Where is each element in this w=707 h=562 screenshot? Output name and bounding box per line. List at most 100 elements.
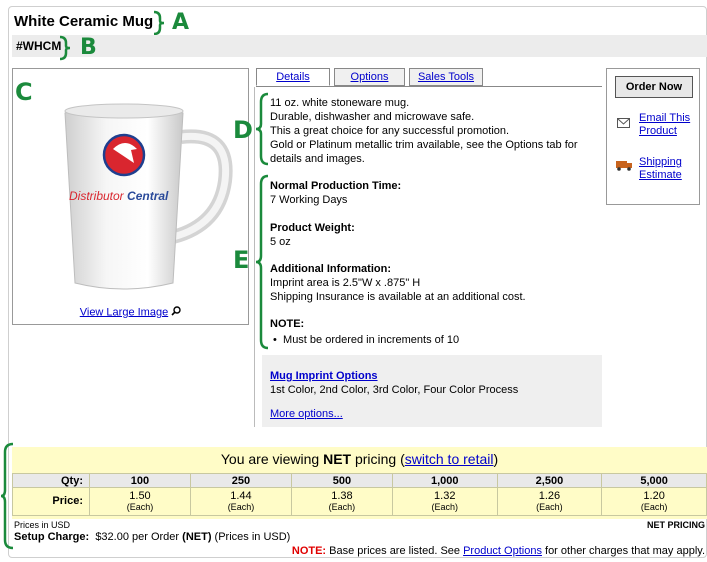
price-unit: (Each) bbox=[227, 501, 255, 512]
tab-sales-tools-label[interactable]: Sales Tools bbox=[418, 71, 474, 83]
tab-options-label[interactable]: Options bbox=[351, 71, 389, 83]
imprint-options-link-label[interactable]: Mug Imprint Options bbox=[270, 370, 378, 382]
price-row: Price: 1.50 (Each) 1.44 (Each) 1.38 (Each) … bbox=[12, 487, 707, 516]
callout-brace-d bbox=[255, 92, 269, 166]
price-unit: (Each) bbox=[126, 501, 154, 512]
price-value: 1.50 bbox=[129, 489, 151, 502]
price-cell: 1.26 (Each) bbox=[496, 487, 603, 516]
pricing-mode-prefix: You are viewing bbox=[220, 451, 324, 467]
product-weight: Product Weight: 5 oz bbox=[270, 221, 355, 249]
quantity-row: Qty: 100 250 500 1,000 2,500 5,000 bbox=[12, 473, 707, 488]
tab-details-label[interactable]: Details bbox=[276, 71, 310, 83]
pricing-note: NOTE: Base prices are listed. See Produc… bbox=[292, 545, 705, 557]
price-unit: (Each) bbox=[328, 501, 356, 512]
email-product-line[interactable]: Product bbox=[639, 125, 690, 138]
sku-bar bbox=[12, 35, 707, 57]
pricing-mode-net: NET bbox=[323, 451, 352, 467]
shipping-estimate-line[interactable]: Shipping bbox=[639, 156, 682, 169]
product-image-box[interactable]: Distributor Central bbox=[12, 68, 249, 325]
additional-info-line: Shipping Insurance is available at an ad… bbox=[270, 291, 526, 303]
net-pricing-label: NET PRICING bbox=[646, 520, 705, 530]
product-weight-label: Product Weight: bbox=[270, 222, 355, 234]
callout-b: B bbox=[80, 35, 97, 60]
product-title: White Ceramic Mug bbox=[14, 13, 154, 30]
truck-icon[interactable] bbox=[616, 160, 634, 174]
price-table: Qty: 100 250 500 1,000 2,500 5,000 Price… bbox=[12, 473, 707, 516]
qty-cell: 250 bbox=[189, 473, 292, 488]
price-value: 1.20 bbox=[643, 489, 665, 502]
email-product-line[interactable]: Email This bbox=[639, 112, 690, 125]
pricing-mode-end: ) bbox=[493, 451, 499, 467]
product-description: 11 oz. white stoneware mug. Durable, dis… bbox=[270, 96, 605, 166]
brand-logo-suffix: Central bbox=[127, 189, 169, 203]
setup-charge: Setup Charge: $32.00 per Order (NET) (Pr… bbox=[14, 531, 290, 543]
view-large-image-link[interactable]: View Large Image bbox=[12, 306, 249, 319]
pricing-note-text: Base prices are listed. See bbox=[326, 545, 464, 557]
tab-details[interactable]: Details bbox=[256, 68, 330, 86]
tab-sales-tools[interactable]: Sales Tools bbox=[409, 68, 483, 86]
tab-options[interactable]: Options bbox=[334, 68, 405, 86]
description-line: This a great choice for any successful p… bbox=[270, 125, 510, 137]
additional-info-line: Imprint area is 2.5"W x .875" H bbox=[270, 277, 421, 289]
imprint-options-link[interactable]: Mug Imprint Options bbox=[270, 370, 378, 382]
description-line: details and images. bbox=[270, 153, 365, 165]
price-value: 1.38 bbox=[331, 489, 353, 502]
product-image[interactable] bbox=[13, 69, 248, 304]
price-unit: (Each) bbox=[536, 501, 563, 512]
note-item: • Must be ordered in increments of 10 bbox=[270, 334, 460, 346]
order-now-button[interactable]: Order Now bbox=[615, 76, 693, 98]
callout-c: C bbox=[15, 78, 33, 106]
shipping-estimate-line[interactable]: Estimate bbox=[639, 169, 682, 182]
more-options-link[interactable]: More options... bbox=[270, 408, 343, 420]
email-icon[interactable] bbox=[617, 118, 630, 131]
qty-label: Qty: bbox=[12, 473, 90, 488]
note-label: NOTE: bbox=[270, 318, 305, 330]
action-sidebar: Order Now Email This Product Shipping Es… bbox=[606, 68, 700, 205]
price-label: Price: bbox=[12, 487, 90, 516]
price-cell: 1.50 (Each) bbox=[89, 487, 191, 516]
qty-cell: 2,500 bbox=[496, 473, 603, 488]
qty-cell: 1,000 bbox=[391, 473, 498, 488]
qty-cell: 500 bbox=[290, 473, 393, 488]
pricing-note-label: NOTE: bbox=[291, 545, 327, 557]
pricing-mode-mid: pricing ( bbox=[351, 451, 405, 467]
setup-charge-net: (NET) bbox=[182, 531, 212, 543]
additional-info-label: Additional Information: bbox=[270, 263, 391, 275]
note-section: NOTE: • Must be ordered in increments of… bbox=[270, 317, 459, 347]
qty-cell: 100 bbox=[89, 473, 191, 488]
brand-logo-text: Distributor Central bbox=[69, 189, 168, 203]
tab-underline bbox=[256, 86, 602, 87]
shipping-estimate-link[interactable]: Shipping Estimate bbox=[639, 156, 682, 182]
price-unit: (Each) bbox=[640, 501, 668, 512]
view-large-image-label[interactable]: View Large Image bbox=[80, 306, 168, 318]
switch-to-retail-link[interactable]: switch to retail bbox=[405, 451, 494, 467]
email-product-link[interactable]: Email This Product bbox=[639, 112, 690, 138]
currency-note: Prices in USD bbox=[14, 520, 71, 530]
brand-logo: Distributor bbox=[69, 189, 124, 203]
production-time: Normal Production Time: 7 Working Days bbox=[270, 179, 401, 207]
setup-charge-value: $32.00 per Order bbox=[95, 531, 183, 543]
price-value: 1.44 bbox=[230, 489, 252, 502]
pricing-note-end: for other charges that may apply. bbox=[541, 545, 705, 557]
callout-d: D bbox=[233, 116, 253, 144]
callout-brace-b bbox=[59, 35, 71, 61]
product-options-link[interactable]: Product Options bbox=[463, 545, 542, 557]
product-sku: #WHCM bbox=[16, 39, 62, 53]
price-cell: 1.32 (Each) bbox=[391, 487, 498, 516]
price-cell: 1.20 (Each) bbox=[601, 487, 707, 516]
qty-cell: 5,000 bbox=[601, 473, 707, 488]
magnifier-icon[interactable] bbox=[171, 306, 181, 319]
price-cell: 1.44 (Each) bbox=[189, 487, 292, 516]
production-time-label: Normal Production Time: bbox=[270, 180, 402, 192]
price-unit: (Each) bbox=[431, 501, 458, 512]
additional-info: Additional Information: Imprint area is … bbox=[270, 262, 526, 304]
price-cell: 1.38 (Each) bbox=[290, 487, 393, 516]
pricing-mode-banner: You are viewing NET pricing (switch to r… bbox=[12, 451, 707, 467]
imprint-options-text: 1st Color, 2nd Color, 3rd Color, Four Co… bbox=[270, 384, 519, 396]
callout-brace-e bbox=[255, 174, 269, 350]
more-options-label[interactable]: More options... bbox=[270, 408, 343, 420]
price-value: 1.32 bbox=[434, 489, 456, 502]
price-value: 1.26 bbox=[538, 489, 561, 502]
callout-a: A bbox=[172, 10, 190, 35]
callout-e: E bbox=[233, 246, 250, 274]
